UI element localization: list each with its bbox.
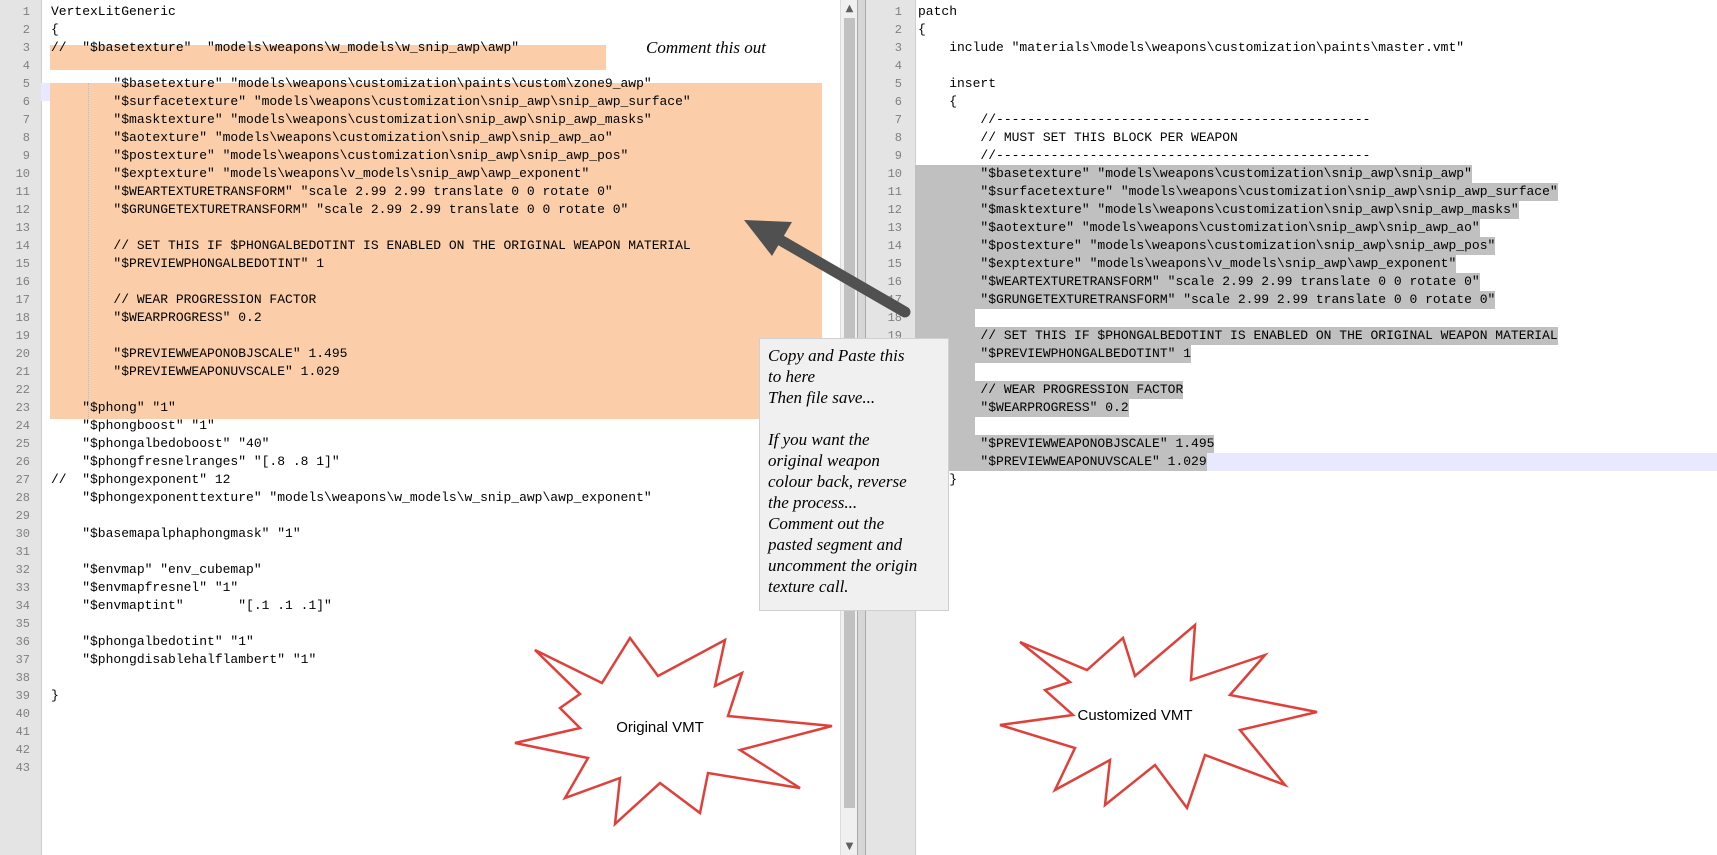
customized-vmt-label: Customized VMT	[1077, 707, 1192, 724]
original-vmt-label: Original VMT	[616, 719, 704, 736]
arrow-icon	[744, 220, 911, 318]
customized-vmt-burst: Customized VMT	[999, 622, 1318, 811]
original-vmt-burst: Original VMT	[514, 635, 833, 828]
